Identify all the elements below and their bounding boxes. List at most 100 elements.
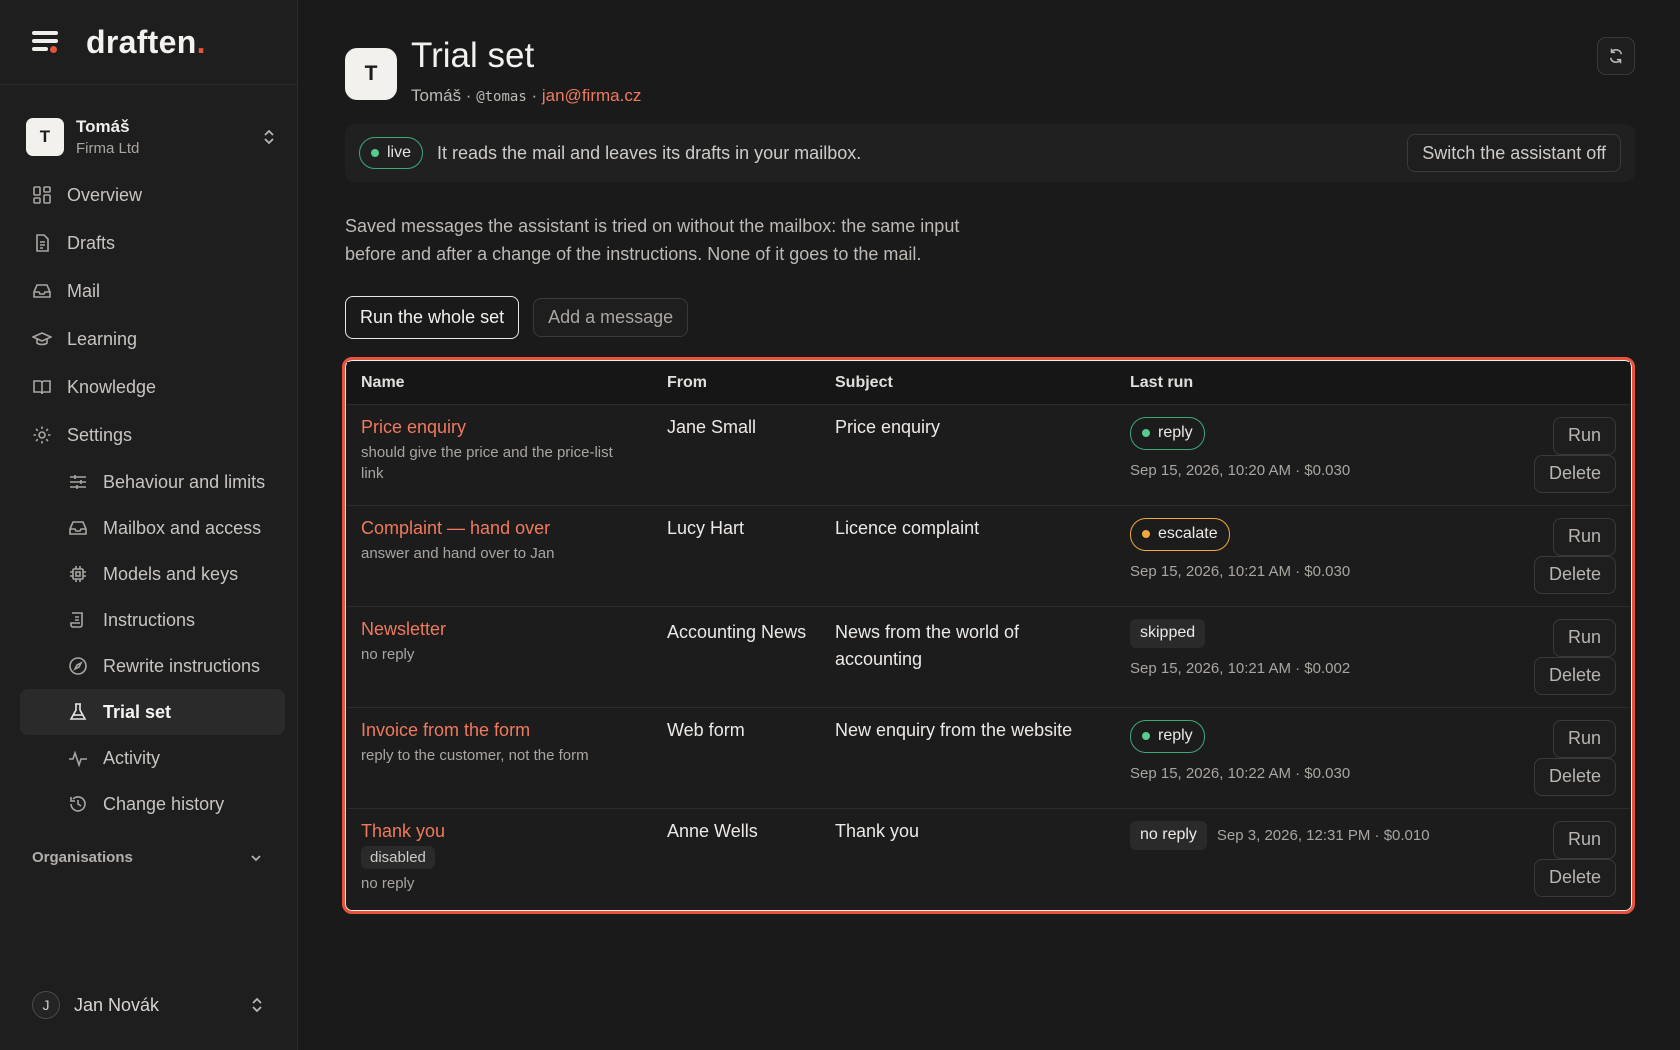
brand-bar: draften.	[0, 0, 297, 85]
table-header-row: Name From Subject Last run	[347, 362, 1630, 404]
page-header: T Trial set Tomáš · @tomas · jan@firma.c…	[345, 0, 1635, 120]
delete-button[interactable]: Delete	[1533, 656, 1616, 695]
org-avatar: T	[26, 118, 64, 156]
scroll-icon	[70, 612, 83, 628]
case-name-link[interactable]: Price enquiry	[361, 417, 639, 438]
switch-assistant-off-button[interactable]: Switch the assistant off	[1407, 134, 1621, 172]
name-cell: Complaint — hand over answer and hand ov…	[347, 505, 653, 606]
sliders-icon	[70, 475, 86, 489]
compass-icon	[69, 657, 87, 675]
delete-button[interactable]: Delete	[1533, 858, 1616, 897]
run-button[interactable]: Run	[1552, 416, 1616, 455]
last-run-cell: no reply Sep 3, 2026, 12:31 PM · $0.010	[1116, 808, 1460, 909]
organisations-toggle[interactable]: Organisations	[32, 849, 263, 866]
sidebar-item-label: Settings	[67, 424, 133, 445]
case-name-link[interactable]: Thank you	[361, 821, 639, 842]
sidebar-item-label: Behaviour and limits	[103, 471, 266, 492]
column-header-name[interactable]: Name	[347, 362, 653, 404]
actions-cell: RunDelete	[1460, 606, 1630, 707]
table-row: Invoice from the form reply to the custo…	[347, 707, 1630, 808]
result-badge: no reply	[1130, 820, 1207, 850]
document-icon	[36, 234, 49, 252]
result-label: skipped	[1140, 624, 1196, 641]
result-badge: skipped	[1130, 618, 1206, 648]
add-message-button[interactable]: Add a message	[533, 298, 689, 337]
sidebar-item-drafts[interactable]: Drafts	[20, 219, 285, 267]
last-run-cell: skipped Sep 15, 2026, 10:21 AM · $0.002	[1116, 606, 1460, 707]
sidebar-item-behaviour[interactable]: Behaviour and limits	[20, 459, 285, 505]
sidebar-item-label: Drafts	[67, 232, 116, 253]
page-avatar: T	[345, 48, 397, 100]
from-cell: Lucy Hart	[667, 517, 745, 538]
delete-button[interactable]: Delete	[1533, 454, 1616, 493]
grid-icon	[33, 186, 51, 204]
trial-actions: Run the whole set Add a message	[345, 296, 1635, 339]
sidebar-item-instructions[interactable]: Instructions	[20, 597, 285, 643]
last-run-cell: reply Sep 15, 2026, 10:20 AM · $0.030	[1116, 404, 1460, 505]
sidebar-item-activity[interactable]: Activity	[20, 735, 285, 781]
subject-cell: New enquiry from the website	[835, 719, 1073, 740]
intro-text: Saved messages the assistant is tried on…	[345, 216, 960, 264]
sidebar-item-settings[interactable]: Settings	[20, 411, 285, 459]
avatar: J	[32, 991, 60, 1019]
menu-icon[interactable]	[32, 31, 60, 53]
run-meta: Sep 3, 2026, 12:31 PM · $0.010	[1216, 826, 1430, 844]
column-header-last-run[interactable]: Last run	[1116, 362, 1460, 404]
sidebar-item-change-history[interactable]: Change history	[20, 781, 285, 827]
actions-cell: RunDelete	[1460, 808, 1630, 909]
org-company: Firma Ltd	[76, 140, 140, 157]
sidebar-item-learning[interactable]: Learning	[20, 315, 285, 363]
run-button[interactable]: Run	[1552, 719, 1616, 758]
run-button[interactable]: Run	[1552, 820, 1616, 859]
from-cell: Accounting News	[667, 621, 807, 642]
org-name: Tomáš	[76, 117, 130, 136]
result-badge: reply	[1130, 719, 1205, 753]
pulse-icon	[69, 750, 87, 768]
run-whole-set-button[interactable]: Run the whole set	[345, 296, 520, 339]
owner-handle: @tomas	[476, 89, 527, 105]
chevron-down-icon	[251, 854, 261, 861]
sidebar-item-trial-set[interactable]: Trial set	[20, 689, 285, 735]
run-meta: Sep 15, 2026, 10:21 AM · $0.002	[1130, 659, 1351, 677]
org-switcher[interactable]: T Tomáš Firma Ltd	[26, 115, 277, 159]
case-note: should give the price and the price-list…	[361, 443, 613, 482]
sidebar-item-label: Rewrite instructions	[103, 655, 261, 676]
run-meta: Sep 15, 2026, 10:22 AM · $0.030	[1130, 764, 1351, 782]
logo[interactable]: draften.	[86, 24, 206, 61]
delete-button[interactable]: Delete	[1533, 555, 1616, 594]
sidebar-item-models[interactable]: Models and keys	[20, 551, 285, 597]
sidebar-nav: Overview Drafts Mail Learning Knowledge …	[0, 171, 297, 827]
assistant-status-bar: live It reads the mail and leaves its dr…	[345, 124, 1635, 182]
subject-cell: Licence complaint	[835, 517, 980, 538]
sidebar-item-knowledge[interactable]: Knowledge	[20, 363, 285, 411]
from-cell: Jane Small	[667, 416, 757, 437]
column-header-subject[interactable]: Subject	[821, 362, 1116, 404]
sidebar-item-label: Activity	[103, 747, 161, 768]
case-name-link[interactable]: Complaint — hand over	[361, 518, 639, 539]
sidebar-item-mailbox[interactable]: Mailbox and access	[20, 505, 285, 551]
owner-email-link[interactable]: jan@firma.cz	[542, 86, 641, 105]
column-header-from[interactable]: From	[653, 362, 821, 404]
refresh-button[interactable]	[1597, 37, 1635, 75]
sidebar-item-mail[interactable]: Mail	[20, 267, 285, 315]
user-menu[interactable]: J Jan Novák	[32, 988, 265, 1022]
run-button[interactable]: Run	[1552, 517, 1616, 556]
sidebar-item-rewrite[interactable]: Rewrite instructions	[20, 643, 285, 689]
name-cell: Price enquiry should give the price and …	[347, 404, 653, 505]
table-row: Complaint — hand over answer and hand ov…	[347, 505, 1630, 606]
owner-name: Tomáš	[411, 86, 462, 105]
sidebar-item-label: Change history	[103, 793, 225, 814]
refresh-icon	[1609, 48, 1623, 64]
case-name-link[interactable]: Newsletter	[361, 619, 639, 640]
name-cell: Thank you disabled no reply	[347, 808, 653, 909]
case-name-link[interactable]: Invoice from the form	[361, 720, 639, 741]
flask-icon	[69, 703, 87, 720]
run-button[interactable]: Run	[1552, 618, 1616, 657]
history-icon	[70, 796, 86, 812]
sidebar-item-overview[interactable]: Overview	[20, 171, 285, 219]
disabled-badge: disabled	[361, 845, 435, 869]
case-note: no reply	[361, 874, 415, 892]
status-text: It reads the mail and leaves its drafts …	[437, 142, 862, 163]
sidebar: draften. T Tomáš Firma Ltd Overview Draf…	[0, 0, 298, 1050]
delete-button[interactable]: Delete	[1533, 757, 1616, 796]
